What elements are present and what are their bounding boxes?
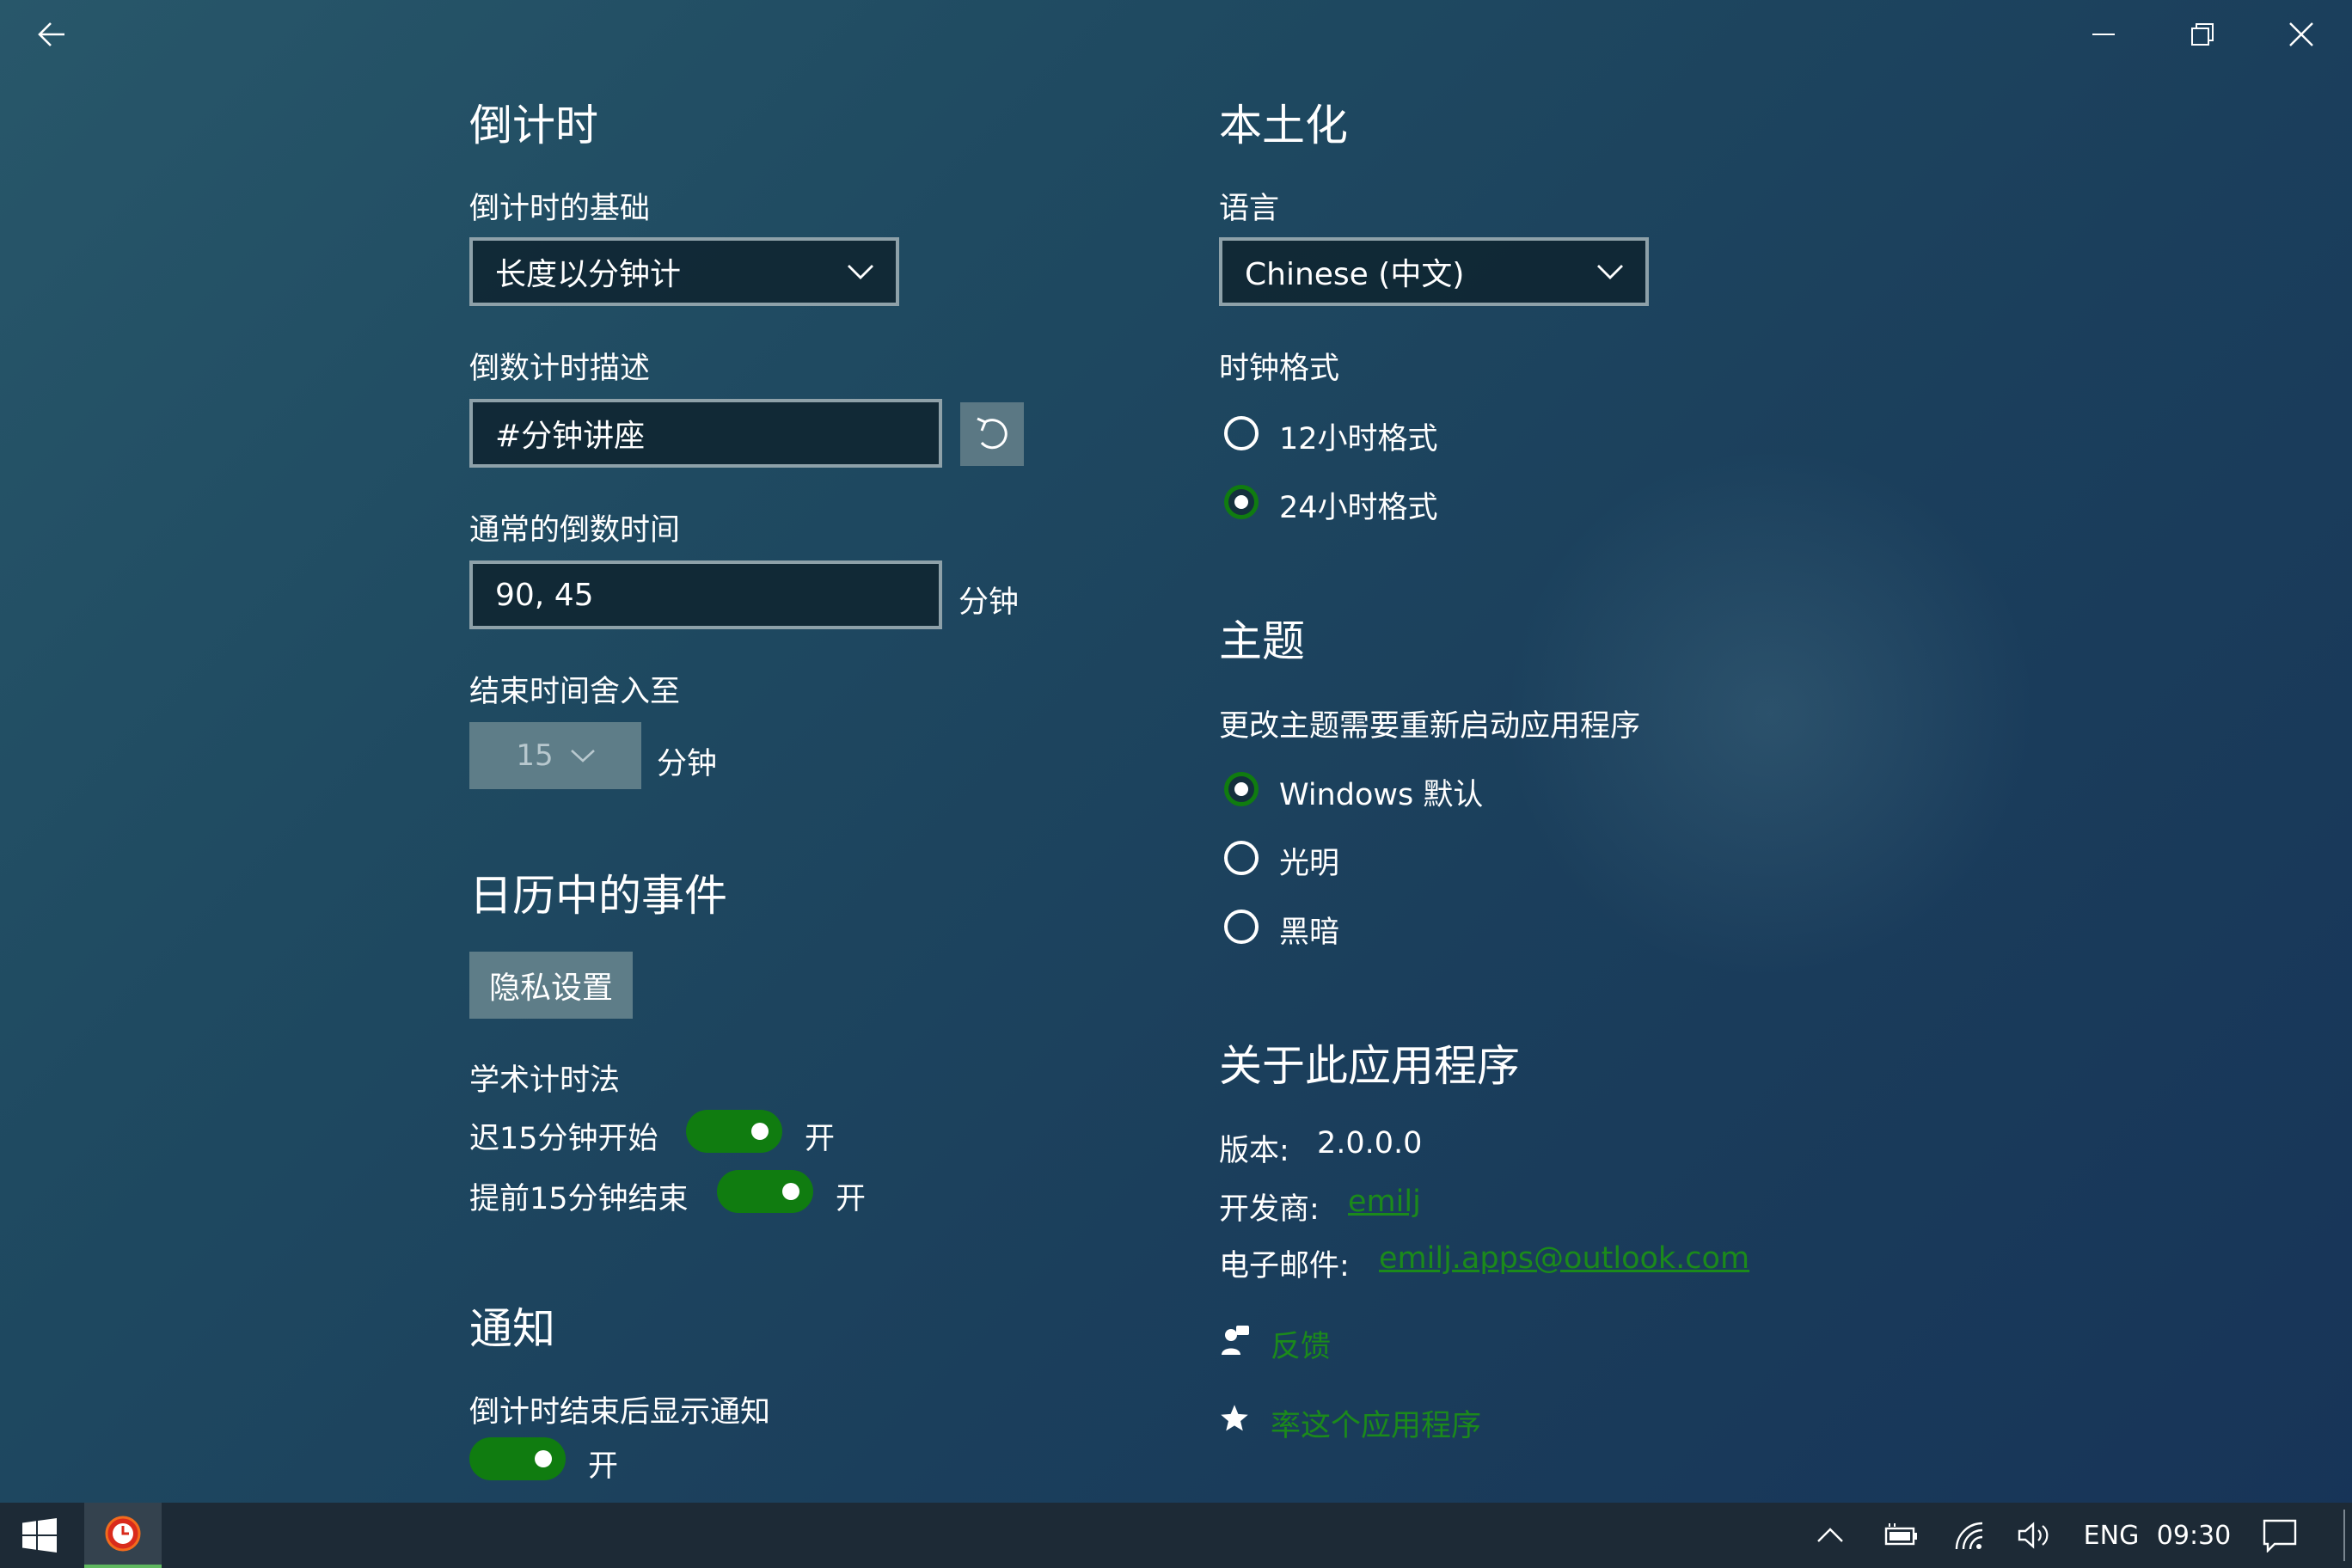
language-label: 语言	[1219, 192, 1280, 226]
close-icon	[2289, 22, 2313, 46]
localization-heading: 本土化	[1219, 101, 1348, 150]
input-language-button[interactable]: ENG	[2077, 1503, 2146, 1568]
countdown-basis-label: 倒计时的基础	[469, 192, 651, 226]
round-end-value: 15	[516, 738, 554, 773]
usual-times-label: 通常的倒数时间	[469, 513, 681, 548]
countdown-app-icon	[105, 1516, 141, 1552]
clock-24h-radio[interactable]	[1224, 485, 1259, 519]
rate-app-link[interactable]: 率这个应用程序	[1271, 1401, 1481, 1445]
show-desktop-divider	[2343, 1510, 2345, 1561]
countdown-app-taskbar-button[interactable]	[84, 1503, 162, 1568]
email-link[interactable]: emilj.apps@outlook.com	[1379, 1241, 1749, 1276]
taskbar: ENG 09:30	[0, 1503, 2352, 1568]
version-value: 2.0.0.0	[1317, 1126, 1423, 1161]
toggle-knob	[782, 1183, 799, 1200]
radio-dot	[1234, 782, 1248, 796]
action-center-icon	[2263, 1519, 2297, 1553]
theme-light-radio[interactable]	[1224, 841, 1259, 875]
early-end-toggle[interactable]	[717, 1170, 813, 1213]
battery-button[interactable]	[1877, 1503, 1924, 1568]
language-select[interactable]: Chinese (中文)	[1219, 237, 1649, 306]
radio-dot	[1234, 495, 1248, 509]
action-center-button[interactable]	[2257, 1503, 2302, 1568]
clock-format-label: 时钟格式	[1219, 352, 1340, 386]
theme-dark-label: 黑暗	[1279, 916, 1340, 950]
show-hidden-icons-button[interactable]	[1810, 1503, 1851, 1568]
round-end-unit: 分钟	[657, 747, 718, 781]
late-start-toggle[interactable]	[686, 1110, 782, 1153]
feedback-link[interactable]: 反馈	[1271, 1322, 1331, 1366]
theme-dark-radio[interactable]	[1224, 910, 1259, 944]
show-notification-state: 开	[588, 1449, 619, 1484]
wifi-icon	[1955, 1522, 1983, 1550]
clock-24h-label: 24小时格式	[1279, 491, 1438, 525]
usual-times-value: 90, 45	[495, 577, 594, 613]
notifications-heading: 通知	[469, 1304, 555, 1354]
calendar-heading: 日历中的事件	[469, 871, 727, 921]
email-label: 电子邮件:	[1219, 1249, 1350, 1283]
chevron-down-icon	[570, 750, 595, 763]
back-arrow-icon	[38, 22, 64, 46]
minimize-button[interactable]	[2067, 9, 2140, 60]
taskbar-time: 09:30	[2156, 1520, 2232, 1551]
early-end-label: 提前15分钟结束	[469, 1182, 689, 1216]
usual-times-input[interactable]: 90, 45	[469, 560, 942, 629]
close-button[interactable]	[2265, 9, 2337, 60]
volume-button[interactable]	[2012, 1503, 2058, 1568]
clock-12h-label: 12小时格式	[1279, 422, 1438, 456]
undo-icon	[977, 417, 1008, 450]
back-button[interactable]	[15, 9, 88, 60]
description-value: #分钟讲座	[495, 419, 646, 454]
theme-heading: 主题	[1219, 616, 1305, 666]
description-label: 倒数计时描述	[469, 352, 651, 386]
countdown-basis-value: 长度以分钟计	[495, 257, 682, 292]
toggle-knob	[535, 1450, 552, 1467]
windows-logo-icon	[22, 1518, 57, 1553]
reset-description-button[interactable]	[960, 402, 1024, 466]
show-notification-label: 倒计时结束后显示通知	[469, 1395, 771, 1430]
start-button[interactable]	[0, 1503, 79, 1568]
round-end-select[interactable]: 15	[469, 722, 641, 789]
volume-icon	[2018, 1522, 2049, 1549]
theme-light-label: 光明	[1279, 847, 1340, 881]
countdown-basis-select[interactable]: 长度以分钟计	[469, 237, 899, 306]
round-end-label: 结束时间舍入至	[469, 675, 681, 709]
battery-icon	[1884, 1523, 1917, 1546]
developer-link[interactable]: emilj	[1348, 1185, 1421, 1219]
description-input[interactable]: #分钟讲座	[469, 399, 942, 468]
clock-12h-radio[interactable]	[1224, 416, 1259, 450]
early-end-state: 开	[836, 1182, 867, 1216]
network-button[interactable]	[1946, 1503, 1993, 1568]
toggle-knob	[751, 1123, 769, 1140]
show-notification-toggle[interactable]	[469, 1437, 566, 1480]
minimize-icon	[2092, 34, 2115, 35]
late-start-label: 迟15分钟开始	[469, 1122, 658, 1156]
input-language: ENG	[2083, 1520, 2140, 1551]
version-label: 版本:	[1219, 1134, 1289, 1168]
chevron-down-icon	[848, 265, 873, 279]
restore-icon	[2191, 23, 2214, 46]
privacy-settings-label: 隐私设置	[488, 971, 613, 1006]
privacy-settings-button[interactable]: 隐私设置	[469, 952, 633, 1019]
countdown-heading: 倒计时	[469, 101, 598, 150]
show-desktop-button[interactable]	[2337, 1503, 2352, 1568]
theme-windows-default-label: Windows 默认	[1279, 778, 1484, 812]
chevron-down-icon	[1597, 265, 1623, 279]
feedback-person-icon	[1222, 1326, 1249, 1355]
language-value: Chinese (中文)	[1245, 257, 1465, 292]
about-heading: 关于此应用程序	[1219, 1041, 1520, 1091]
star-icon	[1221, 1405, 1248, 1431]
theme-note: 更改主题需要重新启动应用程序	[1219, 709, 1641, 744]
restore-button[interactable]	[2166, 9, 2239, 60]
clock-button[interactable]: 09:30	[2154, 1503, 2233, 1568]
chevron-up-icon	[1817, 1528, 1843, 1542]
late-start-state: 开	[805, 1122, 836, 1156]
academic-label: 学术计时法	[469, 1063, 621, 1098]
theme-windows-default-radio[interactable]	[1224, 772, 1259, 806]
usual-times-unit: 分钟	[959, 585, 1020, 620]
developer-label: 开发商:	[1219, 1192, 1320, 1227]
